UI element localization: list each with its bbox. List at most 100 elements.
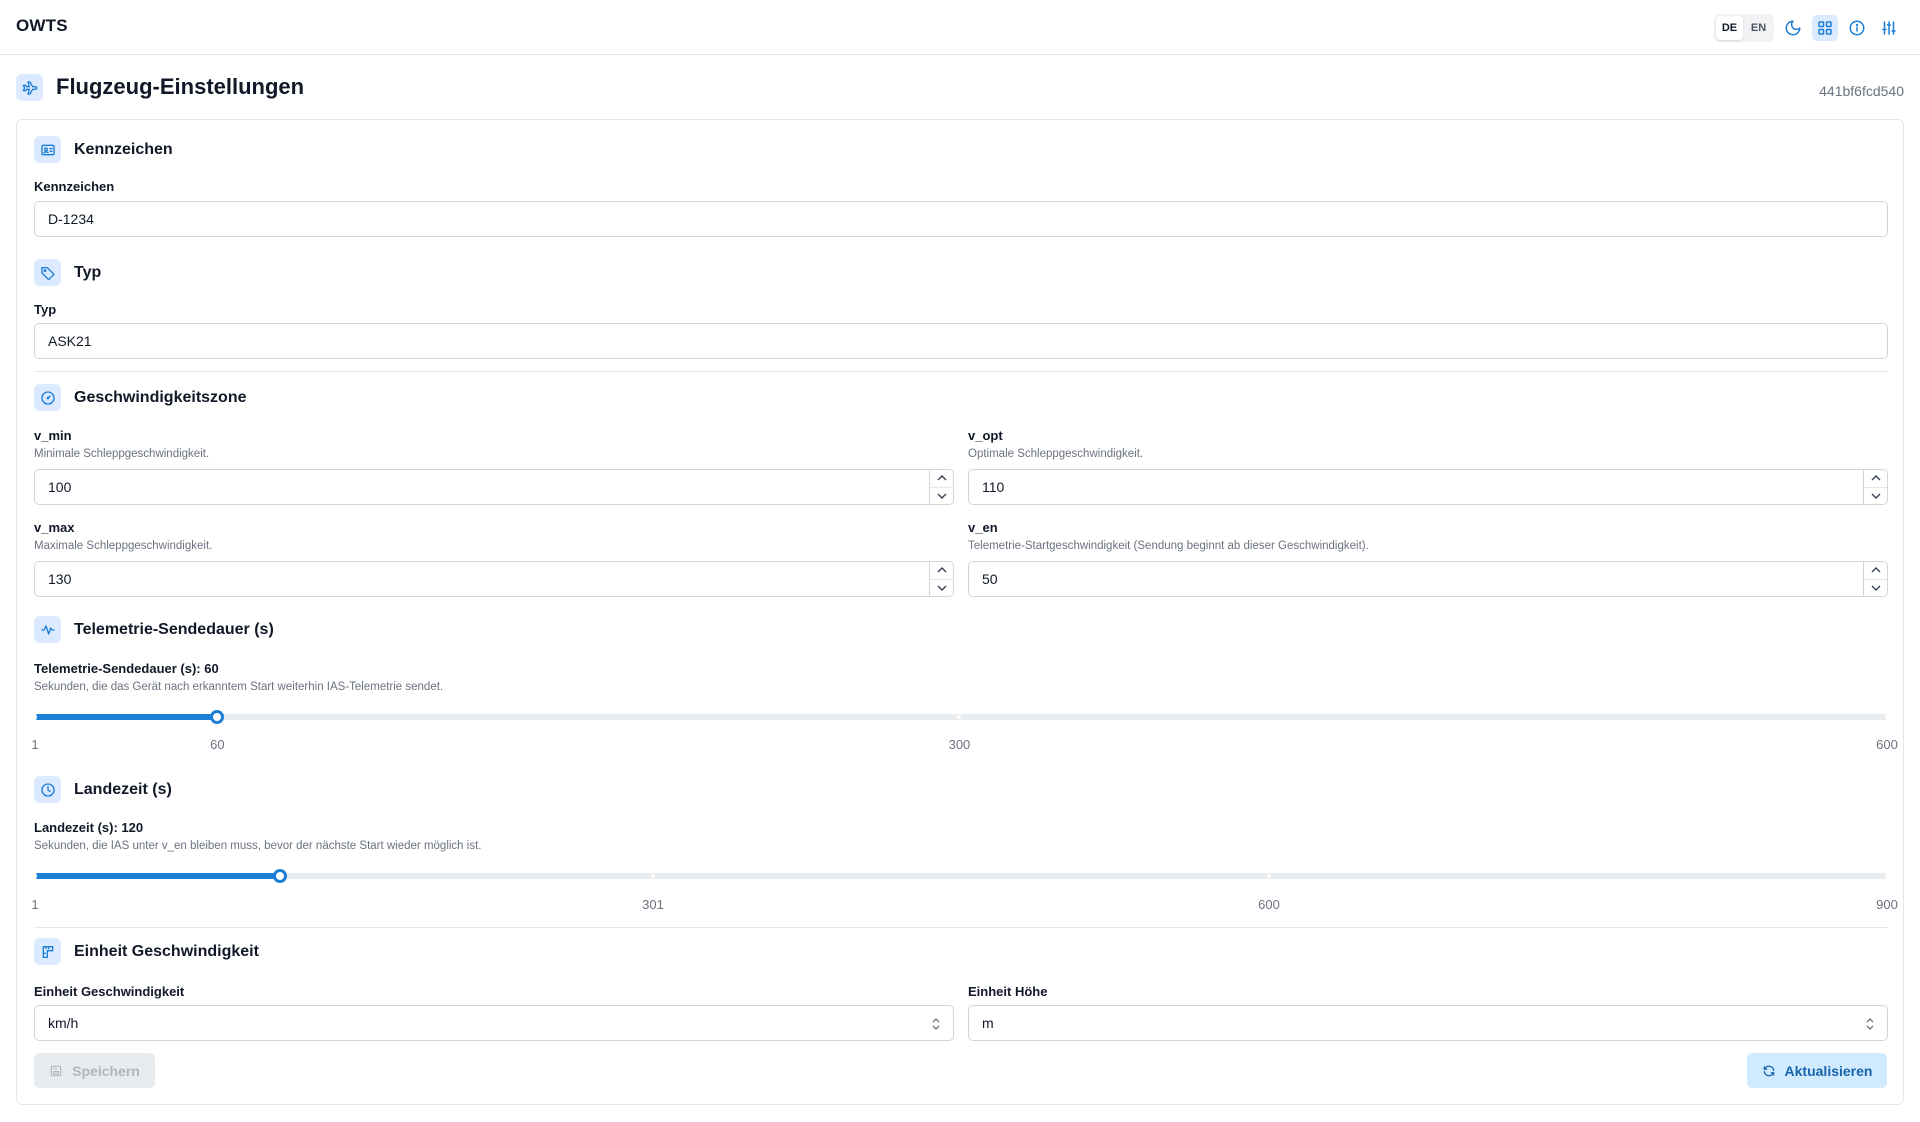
height-unit-value: m (982, 1015, 994, 1031)
save-button-label: Speichern (72, 1062, 140, 1079)
telemetry-slider-mark (957, 715, 962, 719)
landing-slider-thumb[interactable] (273, 869, 288, 883)
lang-en-button[interactable]: EN (1745, 16, 1772, 40)
layout-grid-icon[interactable] (1812, 15, 1838, 41)
section-units: Einheit Geschwindigkeit (34, 938, 259, 965)
landing-slider-mark (33, 874, 37, 878)
telemetry-slider-mark (1885, 715, 1889, 719)
chevron-up-icon[interactable] (1864, 562, 1887, 580)
landing-slider-mark (651, 874, 656, 878)
waveform-icon (34, 616, 61, 643)
section-title-telemetry: Telemetrie-Sendedauer (s) (74, 620, 274, 638)
registration-input[interactable]: D-1234 (34, 201, 1888, 237)
v-en-stepper[interactable] (1863, 562, 1887, 596)
chevron-down-icon[interactable] (1864, 580, 1887, 597)
v-en-help: Telemetrie-Startgeschwindigkeit (Sendung… (968, 540, 1369, 552)
telemetry-label: Telemetrie-Sendedauer (s): 60 (34, 661, 219, 676)
divider (34, 371, 1888, 372)
save-button[interactable]: Speichern (34, 1053, 155, 1088)
section-registration: Kennzeichen (34, 136, 173, 163)
v-en-label: v_en (968, 520, 998, 535)
page-title: Flugzeug-Einstellungen (56, 74, 305, 99)
landing-tick-label: 600 (1258, 897, 1280, 912)
v-min-help: Minimale Schleppgeschwindigkeit. (34, 448, 210, 460)
v-en-input[interactable]: 50 (968, 561, 1888, 597)
v-en-value: 50 (982, 571, 998, 587)
section-title-landing: Landezeit (s) (74, 780, 172, 798)
telemetry-tick-label: 1 (31, 737, 39, 752)
chevron-up-icon[interactable] (930, 470, 953, 488)
v-opt-label: v_opt (968, 428, 1003, 443)
section-telemetry: Telemetrie-Sendedauer (s) (34, 616, 274, 643)
v-opt-input[interactable]: 110 (968, 469, 1888, 505)
refresh-button-label: Aktualisieren (1784, 1062, 1873, 1079)
chevron-down-icon[interactable] (1864, 488, 1887, 505)
telemetry-slider-thumb[interactable] (210, 710, 225, 724)
plane-icon (16, 74, 43, 101)
info-icon[interactable] (1844, 15, 1870, 41)
chevron-up-down-icon (1866, 1018, 1874, 1030)
sliders-icon[interactable] (1876, 15, 1902, 41)
landing-tick-label: 1 (31, 897, 39, 912)
v-max-value: 130 (48, 571, 72, 587)
telemetry-slider-fill (35, 714, 218, 720)
registration-label: Kennzeichen (34, 179, 115, 194)
section-title-type: Typ (74, 263, 102, 281)
clock-icon (34, 776, 61, 803)
v-max-label: v_max (34, 520, 75, 535)
speed-unit-label: Einheit Geschwindigkeit (34, 984, 185, 999)
v-min-stepper[interactable] (929, 470, 953, 504)
speed-unit-select[interactable]: km/h (34, 1005, 954, 1041)
type-label: Typ (34, 302, 57, 317)
save-icon (50, 1065, 62, 1076)
v-min-value: 100 (48, 479, 72, 495)
type-input[interactable]: ASK21 (34, 323, 1888, 359)
landing-label: Landezeit (s): 120 (34, 820, 144, 835)
v-opt-help: Optimale Schleppgeschwindigkeit. (968, 448, 1144, 460)
settings-card: Kennzeichen Kennzeichen D-1234 Typ Typ A… (16, 119, 1904, 1105)
v-opt-stepper[interactable] (1863, 470, 1887, 504)
gauge-icon (34, 384, 61, 411)
lang-de-button[interactable]: DE (1716, 16, 1743, 40)
device-id: 441bf6fcd540 (1819, 83, 1904, 99)
landing-slider-mark (1266, 874, 1271, 878)
landing-slider-fill (35, 873, 281, 879)
telemetry-tick-label: 300 (948, 737, 971, 752)
landing-tick-label: 301 (642, 897, 664, 912)
section-type: Typ (34, 259, 101, 286)
v-opt-value: 110 (982, 479, 1005, 495)
telemetry-slider-mark (33, 715, 37, 719)
landing-slider[interactable] (33, 869, 1889, 883)
height-unit-select[interactable]: m (968, 1005, 1888, 1041)
id-card-icon (34, 136, 61, 163)
height-unit-label: Einheit Höhe (968, 984, 1048, 999)
v-max-help: Maximale Schleppgeschwindigkeit. (34, 540, 213, 552)
telemetry-help: Sekunden, die das Gerät nach erkanntem S… (34, 681, 444, 693)
chevron-up-down-icon (932, 1018, 940, 1030)
section-title-units: Einheit Geschwindigkeit (74, 942, 259, 960)
refresh-icon (1763, 1065, 1774, 1076)
speed-unit-value: km/h (48, 1015, 79, 1031)
v-max-input[interactable]: 130 (34, 561, 954, 597)
app-title: OWTS (16, 16, 68, 35)
telemetry-slider[interactable] (33, 710, 1889, 724)
refresh-button[interactable]: Aktualisieren (1747, 1053, 1887, 1088)
landing-tick-label: 900 (1876, 897, 1898, 912)
chevron-down-icon[interactable] (930, 488, 953, 505)
chevron-up-icon[interactable] (1864, 470, 1887, 488)
v-max-stepper[interactable] (929, 562, 953, 596)
ruler-icon (34, 938, 61, 965)
section-title-speed-zone: Geschwindigkeitszone (74, 388, 247, 406)
section-speed-zone: Geschwindigkeitszone (34, 384, 246, 411)
section-title-registration: Kennzeichen (74, 140, 173, 158)
telemetry-tick-label: 60 (210, 737, 225, 752)
divider (34, 927, 1888, 928)
language-switch[interactable]: DE EN (1714, 14, 1774, 42)
landing-help: Sekunden, die IAS unter v_en bleiben mus… (34, 840, 482, 852)
chevron-up-icon[interactable] (930, 562, 953, 580)
telemetry-tick-label: 600 (1876, 737, 1898, 752)
v-min-label: v_min (34, 428, 72, 443)
moon-icon[interactable] (1780, 15, 1806, 41)
v-min-input[interactable]: 100 (34, 469, 954, 505)
chevron-down-icon[interactable] (930, 580, 953, 597)
